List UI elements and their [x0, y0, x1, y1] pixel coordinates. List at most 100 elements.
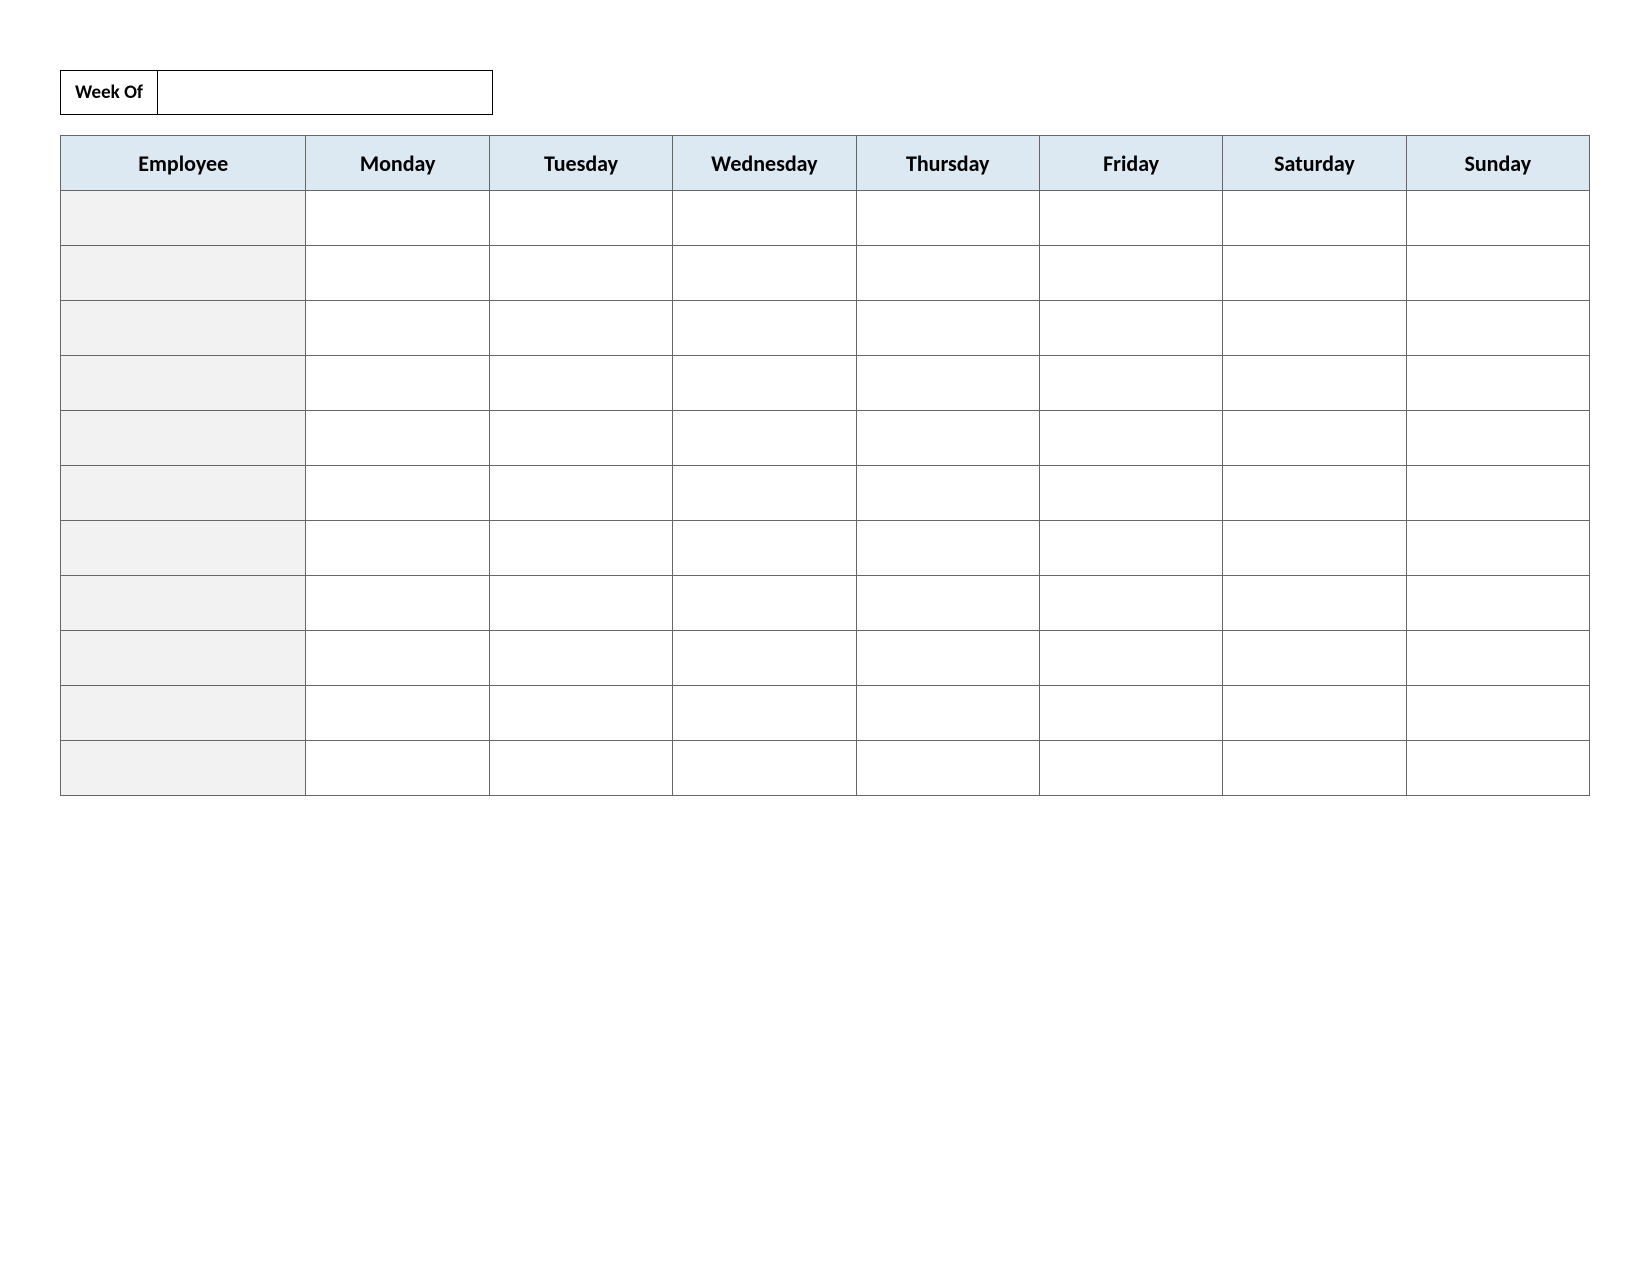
day-cell[interactable] [489, 521, 672, 576]
day-cell[interactable] [1406, 301, 1589, 356]
day-cell[interactable] [1406, 411, 1589, 466]
day-cell[interactable] [1406, 576, 1589, 631]
day-cell[interactable] [489, 631, 672, 686]
day-cell[interactable] [1223, 686, 1406, 741]
day-cell[interactable] [856, 411, 1039, 466]
day-cell[interactable] [1223, 191, 1406, 246]
day-cell[interactable] [489, 576, 672, 631]
day-cell[interactable] [1406, 356, 1589, 411]
day-cell[interactable] [306, 301, 489, 356]
employee-cell[interactable] [61, 301, 306, 356]
week-of-input[interactable] [158, 70, 493, 115]
employee-cell[interactable] [61, 246, 306, 301]
day-cell[interactable] [489, 741, 672, 796]
day-cell[interactable] [856, 356, 1039, 411]
day-cell[interactable] [1223, 301, 1406, 356]
table-row [61, 686, 1590, 741]
day-cell[interactable] [1406, 631, 1589, 686]
day-cell[interactable] [1223, 356, 1406, 411]
day-cell[interactable] [856, 191, 1039, 246]
day-cell[interactable] [1039, 356, 1222, 411]
day-cell[interactable] [1223, 411, 1406, 466]
day-cell[interactable] [673, 246, 856, 301]
employee-cell[interactable] [61, 356, 306, 411]
day-cell[interactable] [306, 356, 489, 411]
day-cell[interactable] [306, 521, 489, 576]
day-cell[interactable] [1406, 686, 1589, 741]
day-cell[interactable] [673, 356, 856, 411]
day-cell[interactable] [306, 576, 489, 631]
day-cell[interactable] [489, 686, 672, 741]
day-cell[interactable] [673, 576, 856, 631]
day-cell[interactable] [673, 741, 856, 796]
day-cell[interactable] [856, 576, 1039, 631]
day-cell[interactable] [1039, 521, 1222, 576]
day-cell[interactable] [673, 521, 856, 576]
day-cell[interactable] [306, 741, 489, 796]
day-cell[interactable] [1039, 466, 1222, 521]
employee-cell[interactable] [61, 411, 306, 466]
day-cell[interactable] [1039, 631, 1222, 686]
employee-cell[interactable] [61, 576, 306, 631]
day-header-monday: Monday [306, 136, 489, 191]
week-of-label: Week Of [60, 70, 158, 115]
day-cell[interactable] [306, 686, 489, 741]
day-cell[interactable] [489, 466, 672, 521]
day-cell[interactable] [489, 246, 672, 301]
day-cell[interactable] [1406, 741, 1589, 796]
day-cell[interactable] [856, 521, 1039, 576]
day-header-tuesday: Tuesday [489, 136, 672, 191]
employee-cell[interactable] [61, 466, 306, 521]
table-row [61, 576, 1590, 631]
day-cell[interactable] [673, 301, 856, 356]
day-cell[interactable] [306, 466, 489, 521]
day-cell[interactable] [489, 301, 672, 356]
day-cell[interactable] [673, 191, 856, 246]
day-cell[interactable] [1223, 631, 1406, 686]
day-cell[interactable] [673, 411, 856, 466]
employee-cell[interactable] [61, 191, 306, 246]
day-cell[interactable] [306, 631, 489, 686]
day-cell[interactable] [1406, 466, 1589, 521]
day-cell[interactable] [1039, 191, 1222, 246]
day-cell[interactable] [1039, 411, 1222, 466]
table-row [61, 356, 1590, 411]
day-header-sunday: Sunday [1406, 136, 1589, 191]
employee-cell[interactable] [61, 521, 306, 576]
employee-cell[interactable] [61, 631, 306, 686]
day-cell[interactable] [1039, 576, 1222, 631]
table-row [61, 301, 1590, 356]
day-cell[interactable] [1223, 466, 1406, 521]
day-cell[interactable] [856, 301, 1039, 356]
day-cell[interactable] [1223, 576, 1406, 631]
day-cell[interactable] [1406, 521, 1589, 576]
day-cell[interactable] [856, 246, 1039, 301]
day-cell[interactable] [1039, 686, 1222, 741]
day-cell[interactable] [673, 466, 856, 521]
day-cell[interactable] [856, 741, 1039, 796]
day-cell[interactable] [1039, 301, 1222, 356]
day-cell[interactable] [673, 631, 856, 686]
header-row: Employee Monday Tuesday Wednesday Thursd… [61, 136, 1590, 191]
week-of-field: Week Of [60, 70, 1590, 115]
day-cell[interactable] [306, 191, 489, 246]
day-cell[interactable] [673, 686, 856, 741]
day-cell[interactable] [1406, 191, 1589, 246]
day-cell[interactable] [1039, 741, 1222, 796]
day-cell[interactable] [306, 411, 489, 466]
day-cell[interactable] [1406, 246, 1589, 301]
day-cell[interactable] [1039, 246, 1222, 301]
day-cell[interactable] [489, 356, 672, 411]
day-cell[interactable] [856, 686, 1039, 741]
employee-cell[interactable] [61, 686, 306, 741]
day-cell[interactable] [306, 246, 489, 301]
day-cell[interactable] [856, 631, 1039, 686]
day-cell[interactable] [856, 466, 1039, 521]
day-cell[interactable] [489, 411, 672, 466]
day-cell[interactable] [1223, 741, 1406, 796]
employee-cell[interactable] [61, 741, 306, 796]
day-cell[interactable] [1223, 246, 1406, 301]
day-cell[interactable] [1223, 521, 1406, 576]
schedule-table: Employee Monday Tuesday Wednesday Thursd… [60, 135, 1590, 796]
day-cell[interactable] [489, 191, 672, 246]
